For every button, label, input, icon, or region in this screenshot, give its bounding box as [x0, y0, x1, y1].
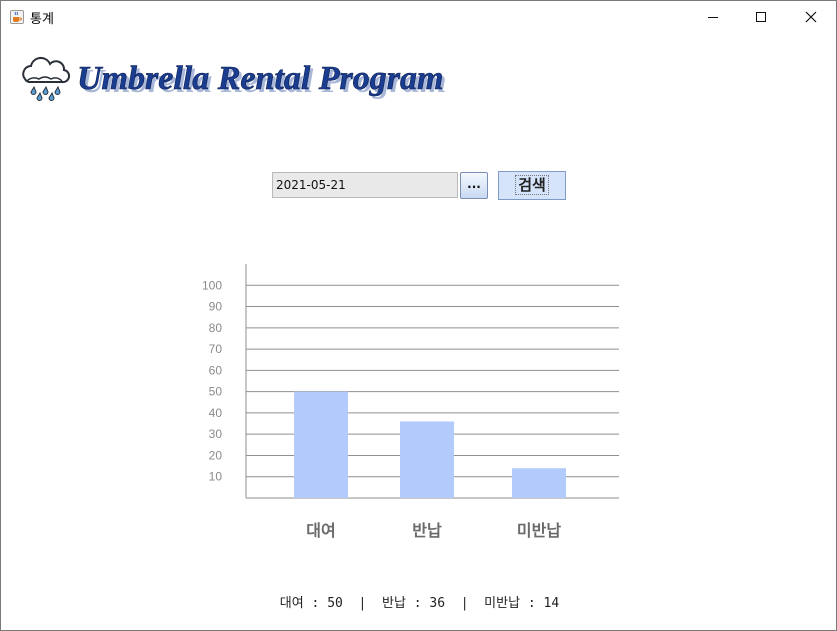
logo-text: Umbrella Rental Program [77, 60, 443, 97]
title-bar[interactable]: 통계 [1, 1, 836, 32]
y-tick-label: 10 [209, 470, 223, 484]
date-input[interactable]: 2021-05-21 [272, 172, 458, 198]
y-tick-label: 60 [209, 363, 223, 377]
y-tick-label: 80 [209, 321, 223, 335]
close-icon [805, 11, 817, 22]
statistics-bar-chart: 10 20 30 40 50 60 70 80 90 100 대여 반납 미반납 [202, 264, 619, 540]
search-button-label: 검색 [515, 175, 549, 195]
maximize-button[interactable] [738, 1, 784, 32]
window-title: 통계 [30, 12, 54, 27]
rain-cloud-icon [22, 56, 71, 101]
bar [512, 468, 566, 498]
x-tick-label: 대여 [306, 521, 335, 540]
minimize-button[interactable] [690, 1, 736, 32]
summary-text: 대여 : 50 | 반납 : 36 | 미반납 : 14 [279, 596, 560, 611]
bar [294, 391, 348, 498]
y-tick-label: 50 [209, 385, 223, 399]
maximize-icon [756, 11, 766, 22]
java-cup-icon [10, 9, 24, 24]
y-tick-label: 100 [202, 278, 222, 292]
y-tick-label: 70 [209, 342, 223, 356]
y-tick-label: 40 [209, 406, 223, 420]
search-button[interactable]: 검색 [498, 171, 566, 200]
x-tick-label: 미반납 [517, 521, 561, 540]
close-button[interactable] [788, 1, 834, 32]
y-tick-label: 30 [209, 427, 223, 441]
x-tick-label: 반납 [412, 521, 442, 540]
date-picker-button[interactable]: ... [460, 172, 488, 199]
minimize-icon [708, 16, 718, 18]
app-logo: Umbrella Rental Program Umbrella Rental … [17, 53, 507, 107]
y-tick-label: 90 [209, 300, 223, 314]
y-tick-label: 20 [209, 448, 223, 462]
bar [400, 421, 454, 498]
statistics-window: 통계 Umbrella Rental Program Umbrella Rent… [0, 0, 837, 631]
